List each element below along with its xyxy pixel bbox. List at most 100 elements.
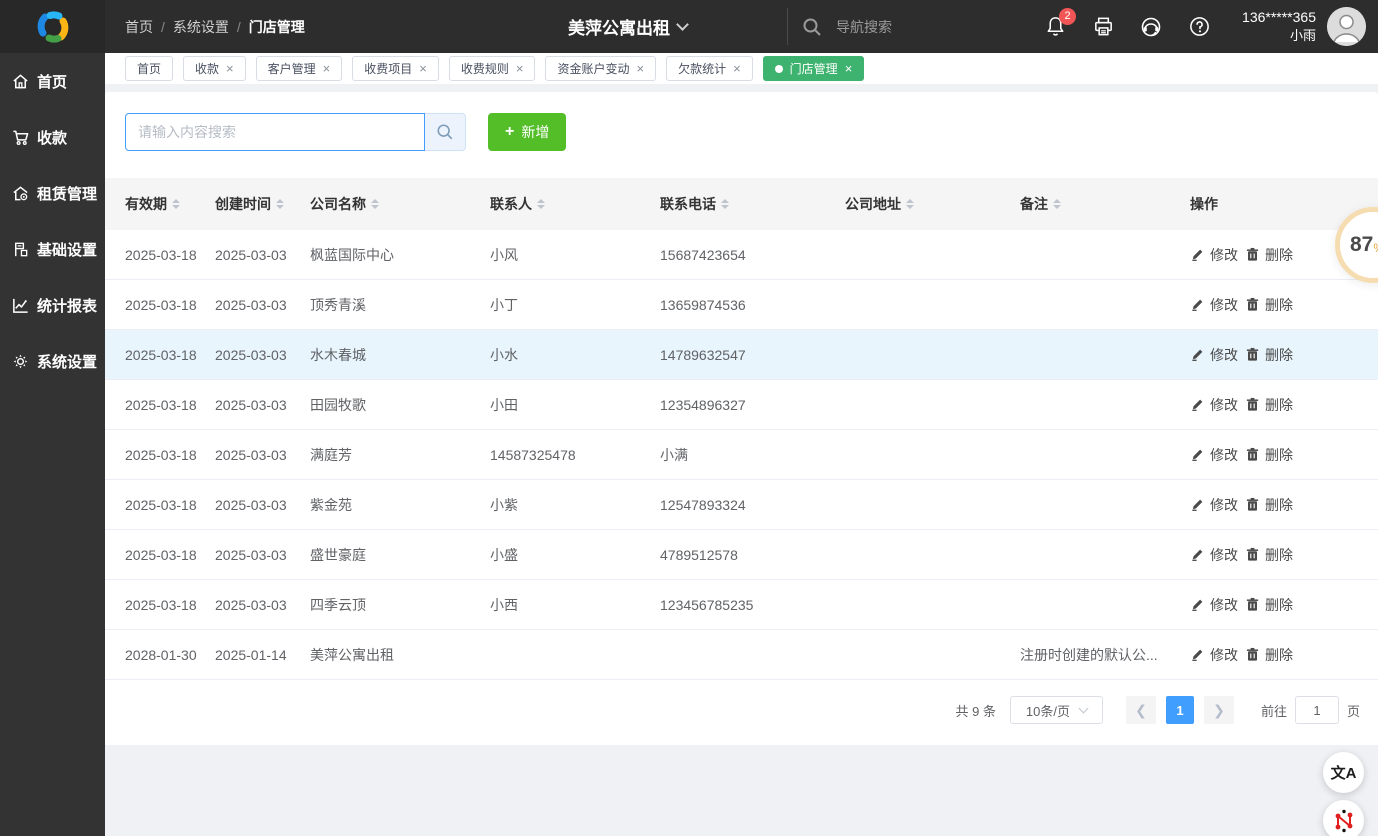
store-management-panel: + 新增 有效期创建时间公司名称 联系人联系电话公司地址备注操作 2025-03-…: [105, 92, 1378, 745]
delete-button[interactable]: 删除: [1245, 645, 1293, 665]
delete-button[interactable]: 删除: [1245, 545, 1293, 565]
table-row: 2025-03-182025-03-03水木春城小水14789632547修改删…: [105, 330, 1378, 380]
trash-icon: [1245, 647, 1260, 662]
sidebar-item-系统设置[interactable]: 系统设置: [0, 333, 105, 389]
column-header-联系人[interactable]: 联系人: [490, 194, 660, 214]
tab-收费项目[interactable]: 收费项目×: [352, 56, 439, 81]
sidebar-item-收款[interactable]: 收款: [0, 109, 105, 165]
tab-close-icon[interactable]: ×: [419, 61, 427, 76]
tab-close-icon[interactable]: ×: [845, 61, 853, 76]
column-header-公司地址[interactable]: 公司地址: [845, 194, 1020, 214]
column-header-备注[interactable]: 备注: [1020, 194, 1190, 214]
translate-button[interactable]: 文A: [1323, 752, 1364, 793]
tab-close-icon[interactable]: ×: [226, 61, 234, 76]
open-tabs-bar: 首页收款× 客户管理× 收费项目× 收费规则× 资金账户变动× 欠款统计× 门店管理×: [105, 53, 1378, 84]
sort-carets-icon: [721, 199, 729, 209]
nav-search[interactable]: 导航搜索: [802, 0, 892, 53]
company-switcher[interactable]: 美萍公寓出租: [568, 0, 687, 53]
delete-button[interactable]: 删除: [1245, 395, 1293, 415]
table-cell: 14789632547: [660, 347, 845, 363]
customer-service-button[interactable]: [1138, 14, 1164, 40]
table-cell: 小西: [490, 595, 660, 615]
search-input[interactable]: [125, 113, 425, 151]
store-table: 有效期创建时间公司名称联系人联系电话公司地址备注操作 2025-03-18202…: [105, 178, 1378, 680]
delete-button[interactable]: 删除: [1245, 295, 1293, 315]
printer-icon: [1092, 15, 1115, 38]
edit-button[interactable]: 修改: [1190, 645, 1238, 665]
page-size-select[interactable]: 10条/页: [1010, 696, 1103, 724]
row-actions: 修改删除: [1190, 395, 1358, 415]
column-header-创建时间[interactable]: 创建时间: [215, 194, 310, 214]
tab-门店管理[interactable]: 门店管理×: [763, 56, 865, 81]
next-page-button[interactable]: ❯: [1204, 696, 1234, 724]
tab-收款[interactable]: 收款×: [183, 56, 246, 81]
edit-button[interactable]: 修改: [1190, 245, 1238, 265]
tab-close-icon[interactable]: ×: [733, 61, 741, 76]
edit-button[interactable]: 修改: [1190, 445, 1238, 465]
add-store-button[interactable]: + 新增: [488, 113, 566, 151]
base-settings-icon: [11, 240, 30, 259]
help-button[interactable]: [1186, 14, 1212, 40]
tab-首页[interactable]: 首页: [125, 56, 173, 81]
tab-客户管理[interactable]: 客户管理×: [256, 56, 343, 81]
notification-bell-button[interactable]: 2: [1042, 14, 1068, 40]
breadcrumb-item[interactable]: 门店管理: [249, 17, 305, 37]
edit-button[interactable]: 修改: [1190, 395, 1238, 415]
tab-close-icon[interactable]: ×: [636, 61, 644, 76]
table-cell: 注册时创建的默认公...: [1020, 645, 1190, 665]
table-cell: 小风: [490, 245, 660, 265]
table-cell: 紫金苑: [310, 495, 490, 515]
sidebar-nav: 首页收款租赁管理基础设置统计报表系统设置: [0, 53, 105, 836]
column-header-有效期[interactable]: 有效期: [125, 194, 215, 214]
graph-widget-button[interactable]: [1323, 800, 1364, 836]
edit-button[interactable]: 修改: [1190, 345, 1238, 365]
table-cell: 四季云顶: [310, 595, 490, 615]
question-circle-icon: [1188, 15, 1211, 38]
print-button[interactable]: [1090, 14, 1116, 40]
tab-收费规则[interactable]: 收费规则×: [449, 56, 536, 81]
search-button[interactable]: [425, 113, 466, 151]
sidebar-item-基础设置[interactable]: 基础设置: [0, 221, 105, 277]
edit-button[interactable]: 修改: [1190, 545, 1238, 565]
table-cell: 2025-03-03: [215, 497, 310, 513]
sort-carets-icon: [172, 199, 180, 209]
user-avatar[interactable]: [1327, 7, 1366, 46]
breadcrumb-item[interactable]: 首页: [125, 17, 153, 37]
sidebar-item-首页[interactable]: 首页: [0, 53, 105, 109]
delete-button[interactable]: 删除: [1245, 445, 1293, 465]
tab-close-icon[interactable]: ×: [516, 61, 524, 76]
pencil-icon: [1190, 347, 1205, 362]
page-number-button[interactable]: 1: [1166, 696, 1194, 724]
goto-page-input[interactable]: [1295, 696, 1339, 724]
trash-icon: [1245, 497, 1260, 512]
edit-button[interactable]: 修改: [1190, 495, 1238, 515]
column-header-联系电话[interactable]: 联系电话: [660, 194, 845, 214]
delete-button[interactable]: 删除: [1245, 595, 1293, 615]
tab-资金账户变动[interactable]: 资金账户变动×: [545, 56, 656, 81]
table-cell: 小满: [660, 445, 845, 465]
edit-button[interactable]: 修改: [1190, 295, 1238, 315]
tab-close-icon[interactable]: ×: [323, 61, 331, 76]
app-logo[interactable]: [0, 0, 105, 53]
active-tab-dot-icon: [775, 65, 783, 73]
edit-button[interactable]: 修改: [1190, 595, 1238, 615]
delete-button[interactable]: 删除: [1245, 245, 1293, 265]
breadcrumb-item[interactable]: 系统设置: [173, 17, 229, 37]
chevron-down-icon: [676, 18, 689, 31]
tab-欠款统计[interactable]: 欠款统计×: [666, 56, 753, 81]
prev-page-button[interactable]: ❮: [1126, 696, 1156, 724]
edit-label: 修改: [1210, 495, 1238, 515]
delete-button[interactable]: 删除: [1245, 495, 1293, 515]
column-header-公司名称[interactable]: 公司名称: [310, 194, 490, 214]
goto-suffix: 页: [1347, 701, 1360, 720]
table-cell: 水木春城: [310, 345, 490, 365]
table-cell: 2025-03-03: [215, 297, 310, 313]
column-header-操作: 操作: [1190, 194, 1358, 214]
delete-button[interactable]: 删除: [1245, 345, 1293, 365]
row-actions: 修改删除: [1190, 295, 1358, 315]
table-cell: 12354896327: [660, 397, 845, 413]
sidebar-item-租赁管理[interactable]: 租赁管理: [0, 165, 105, 221]
sidebar-item-统计报表[interactable]: 统计报表: [0, 277, 105, 333]
column-label: 公司名称: [310, 194, 366, 214]
table-cell: 2025-03-03: [215, 247, 310, 263]
